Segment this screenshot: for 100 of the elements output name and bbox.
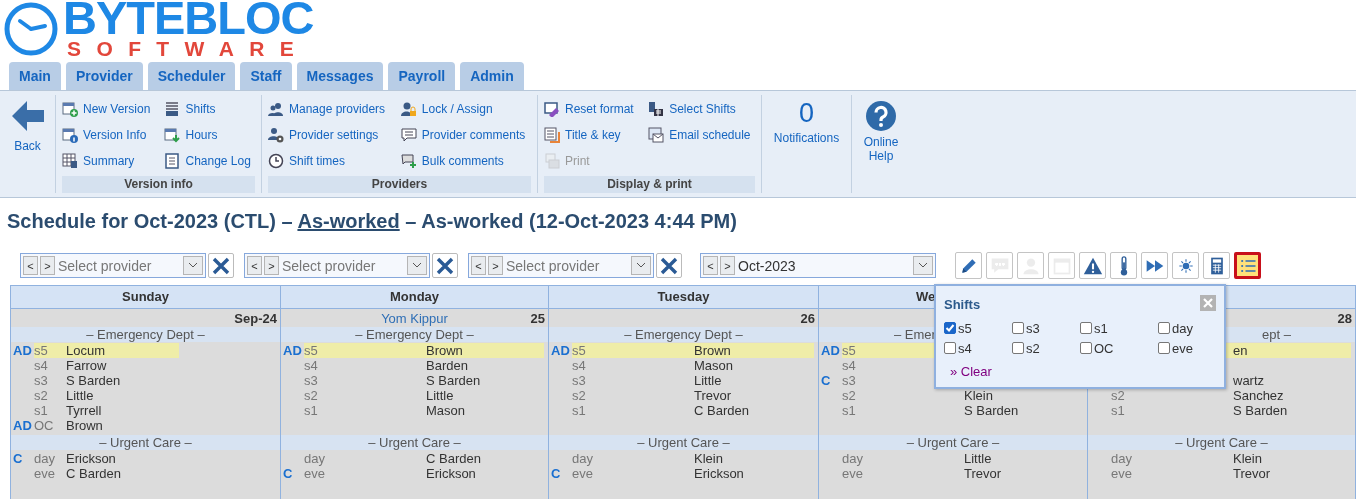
popup-title: Shifts — [944, 297, 981, 312]
ribbon-button[interactable]: Email schedule — [648, 125, 755, 145]
provider-name[interactable]: Tyrrell — [66, 403, 102, 418]
dropdown-button[interactable] — [631, 256, 651, 275]
help-button[interactable]: Online Help — [859, 101, 903, 193]
ribbon-button[interactable]: Title & key — [544, 125, 639, 145]
provider-dropdown[interactable]: < > Select provider — [20, 253, 206, 278]
provider-name[interactable]: Brown — [66, 418, 103, 433]
previous-button[interactable]: < — [471, 256, 486, 275]
provider-dropdown[interactable]: < > Select provider — [468, 253, 654, 278]
provider-select[interactable]: Select provider — [57, 257, 181, 274]
previous-button[interactable]: < — [247, 256, 262, 275]
tool-button[interactable] — [1079, 252, 1106, 279]
ribbon-button[interactable]: Provider settings — [268, 125, 391, 145]
checkbox[interactable] — [1080, 342, 1092, 354]
provider-name[interactable]: Klein — [1233, 451, 1262, 466]
provider-name[interactable]: Trevor — [1233, 466, 1271, 481]
provider-name[interactable]: Sanchez — [1233, 388, 1284, 403]
tool-button[interactable] — [955, 252, 982, 279]
provider-name[interactable]: Farrow — [66, 358, 107, 373]
nav-tab[interactable]: Messages — [296, 62, 384, 90]
tool-button[interactable] — [1110, 252, 1137, 279]
next-button[interactable]: > — [40, 256, 55, 275]
provider-name[interactable]: Locum — [66, 343, 106, 358]
provider-name[interactable]: Little — [66, 388, 94, 403]
tool-button[interactable] — [1234, 252, 1261, 279]
tool-button[interactable] — [1203, 252, 1230, 279]
clear-button[interactable] — [208, 253, 234, 278]
provider-name[interactable]: C Barden — [694, 403, 749, 418]
provider-name[interactable]: Brown — [426, 343, 463, 358]
month-select[interactable]: Oct-2023 — [737, 257, 911, 274]
provider-name[interactable]: Mason — [694, 358, 734, 373]
provider-select[interactable]: Select provider — [281, 257, 405, 274]
provider-dropdown[interactable]: < > Select provider — [244, 253, 430, 278]
provider-name[interactable]: wartz — [1233, 373, 1265, 388]
clear-button[interactable] — [656, 253, 682, 278]
ribbon-button[interactable]: Change Log — [164, 151, 255, 171]
next-button[interactable]: > — [264, 256, 279, 275]
next-button[interactable]: > — [720, 256, 735, 275]
ribbon-button[interactable]: Hours — [164, 125, 255, 145]
ribbon-button[interactable]: Summary — [62, 151, 155, 171]
provider-name[interactable]: Mason — [426, 403, 466, 418]
clear-link[interactable]: » Clear — [950, 364, 992, 379]
provider-name[interactable]: S Barden — [66, 373, 121, 388]
close-icon — [212, 256, 230, 275]
provider-name[interactable]: C Barden — [66, 466, 121, 481]
nav-tab[interactable]: Main — [9, 62, 61, 90]
ribbon-button[interactable]: Bulk comments — [400, 151, 531, 171]
provider-name[interactable]: S Barden — [964, 403, 1019, 418]
notifications-button[interactable]: 0 Notifications — [773, 97, 840, 193]
ribbon-button[interactable]: Version Info — [62, 125, 155, 145]
next-button[interactable]: > — [488, 256, 503, 275]
provider-name[interactable]: Klein — [964, 388, 993, 403]
provider-name[interactable]: Erickson — [426, 466, 476, 481]
checkbox[interactable] — [944, 342, 956, 354]
ribbon-button[interactable]: Manage providers — [268, 99, 391, 119]
ribbon-button[interactable]: New Version — [62, 99, 155, 119]
ribbon-button[interactable]: Shift times — [268, 151, 391, 171]
nav-tab[interactable]: Provider — [65, 62, 143, 90]
provider-name[interactable]: Erickson — [694, 466, 744, 481]
provider-name[interactable]: S Barden — [426, 373, 481, 388]
checkbox[interactable] — [1080, 322, 1092, 334]
dropdown-button[interactable] — [913, 256, 933, 275]
provider-name[interactable]: S Barden — [1233, 403, 1288, 418]
provider-name[interactable]: Trevor — [694, 388, 732, 403]
back-button[interactable]: Back — [11, 101, 44, 193]
provider-name[interactable]: Little — [694, 373, 722, 388]
tool-button[interactable] — [1141, 252, 1168, 279]
previous-button[interactable]: < — [703, 256, 718, 275]
provider-name[interactable]: Little — [964, 451, 992, 466]
provider-name[interactable]: Barden — [426, 358, 468, 373]
ribbon-button[interactable]: Lock / Assign — [400, 99, 531, 119]
nav-tab[interactable]: Scheduler — [147, 62, 236, 90]
dropdown-button[interactable] — [407, 256, 427, 275]
provider-select[interactable]: Select provider — [505, 257, 629, 274]
nav-tab[interactable]: Staff — [240, 62, 292, 90]
checkbox[interactable] — [1158, 342, 1170, 354]
as-worked-link[interactable]: As-worked — [297, 210, 400, 232]
nav-tab[interactable]: Payroll — [388, 62, 456, 90]
ribbon-button[interactable]: Select Shifts — [648, 99, 755, 119]
ribbon-button[interactable]: Shifts — [164, 99, 255, 119]
provider-name[interactable]: Klein — [694, 451, 723, 466]
checkbox[interactable] — [944, 322, 956, 334]
provider-name[interactable]: Erickson — [66, 451, 116, 466]
dropdown-button[interactable] — [183, 256, 203, 275]
clear-button[interactable] — [432, 253, 458, 278]
provider-name[interactable]: C Barden — [426, 451, 481, 466]
ribbon-button[interactable]: Provider comments — [400, 125, 531, 145]
checkbox[interactable] — [1012, 322, 1024, 334]
tool-button[interactable] — [1172, 252, 1199, 279]
previous-button[interactable]: < — [23, 256, 38, 275]
month-dropdown[interactable]: < > Oct-2023 — [700, 253, 936, 278]
ribbon-button[interactable]: Reset format — [544, 99, 639, 119]
provider-name[interactable]: Little — [426, 388, 454, 403]
provider-name[interactable]: en — [1233, 343, 1248, 358]
provider-name[interactable]: Trevor — [964, 466, 1002, 481]
checkbox[interactable] — [1158, 322, 1170, 334]
nav-tab[interactable]: Admin — [460, 62, 524, 90]
checkbox[interactable] — [1012, 342, 1024, 354]
provider-name[interactable]: Brown — [694, 343, 731, 358]
